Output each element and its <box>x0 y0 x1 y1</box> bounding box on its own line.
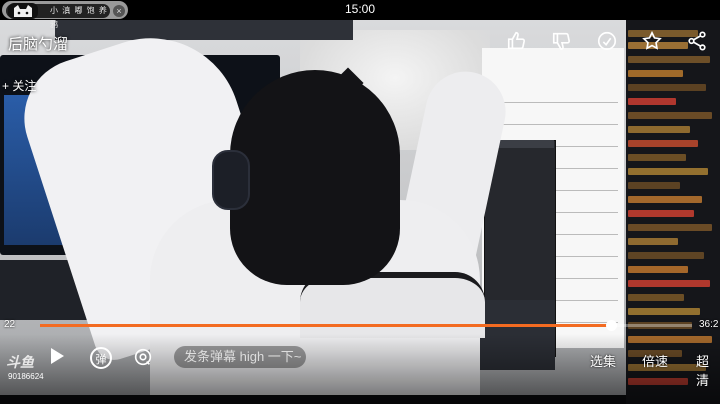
thumbs-down-icon[interactable] <box>549 30 575 56</box>
progress-handle[interactable] <box>605 320 617 331</box>
channel-badge[interactable]: 小 滇 嘟 饱 养 鸦 × <box>2 1 128 29</box>
chat-message <box>628 168 708 175</box>
share-icon[interactable] <box>684 30 710 56</box>
chat-message <box>628 154 686 161</box>
quality-button[interactable]: 超清 <box>696 351 720 389</box>
chat-message <box>628 308 700 315</box>
chat-message <box>628 182 680 189</box>
coin-icon[interactable] <box>594 30 620 56</box>
room-number: 90186624 <box>8 372 44 381</box>
video-frame-person-hair <box>230 70 400 285</box>
episodes-button[interactable]: 选集 <box>590 351 616 370</box>
follow-button[interactable]: + 关注 <box>2 77 36 94</box>
chat-message <box>628 112 712 119</box>
cat-icon <box>8 3 38 19</box>
chat-message <box>628 224 712 231</box>
chat-message <box>628 238 678 245</box>
chat-message <box>628 70 683 77</box>
chat-message <box>628 98 676 105</box>
star-icon[interactable] <box>639 30 665 56</box>
chat-message <box>628 294 684 301</box>
close-icon[interactable]: × <box>113 5 125 17</box>
chat-message <box>628 126 690 133</box>
video-player[interactable]: 15:00 小 滇 嘟 饱 养 鸦 × 后脑勺溜 + 关注 22 36:2 斗鱼… <box>0 0 720 404</box>
speed-button[interactable]: 倍速 <box>642 351 668 370</box>
video-frame-inset-bar <box>55 20 353 40</box>
danmu-input[interactable]: 发条弹幕 high 一下~ <box>174 346 306 368</box>
video-title: 后脑勺溜 <box>8 36 69 53</box>
chat-message <box>628 56 710 63</box>
video-frame-headphone <box>212 150 250 210</box>
danmu-settings-icon[interactable] <box>130 346 156 372</box>
chat-message <box>628 280 710 287</box>
thumbs-up-icon[interactable] <box>504 30 530 56</box>
chat-message <box>628 252 704 259</box>
danmu-icon[interactable]: 弹 <box>90 347 112 369</box>
current-time: 22 <box>4 319 16 330</box>
play-icon[interactable] <box>44 346 70 372</box>
chat-message <box>628 84 706 91</box>
platform-logo: 斗鱼 <box>6 354 34 370</box>
chat-message <box>628 196 702 203</box>
total-time: 36:2 <box>699 319 719 330</box>
progress-bar[interactable] <box>40 320 692 331</box>
chat-message <box>628 266 688 273</box>
chat-message <box>628 140 698 147</box>
chat-message <box>628 210 694 217</box>
progress-fill <box>40 324 611 327</box>
